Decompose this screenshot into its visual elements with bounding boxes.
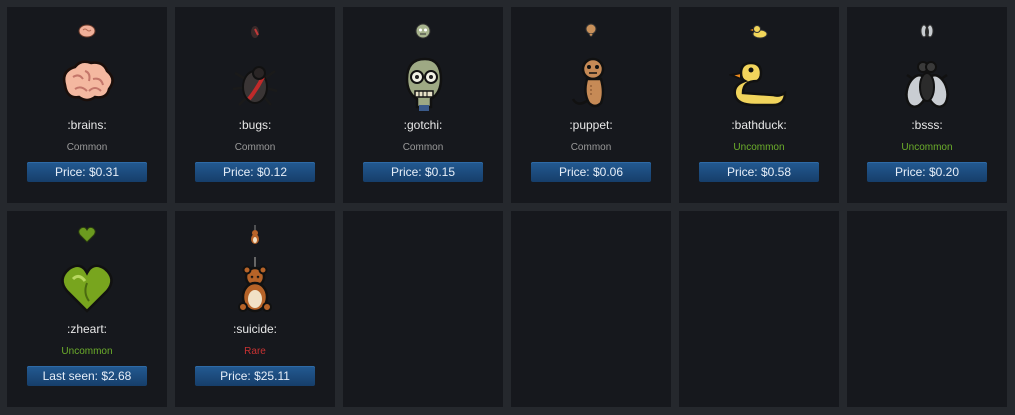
item-name: :zheart:: [66, 322, 108, 336]
empty-slot: [679, 211, 839, 407]
suicide-icon: [251, 225, 259, 244]
bathduck-icon: [750, 25, 768, 39]
last-seen-button[interactable]: Last seen: $2.68: [27, 366, 147, 386]
item-rarity: Common: [402, 142, 444, 153]
item-card-bugs[interactable]: :bugs: Common Price: $0.12: [175, 7, 335, 203]
emoticon-grid: :brains: Common Price: $0.31 :bugs: Comm…: [7, 7, 1007, 407]
item-card-brains[interactable]: :brains: Common Price: $0.31: [7, 7, 167, 203]
price-button[interactable]: Price: $0.15: [363, 162, 483, 182]
bathduck-icon: [729, 61, 787, 107]
empty-slot: [847, 211, 1007, 407]
price-button[interactable]: Price: $25.11: [195, 366, 315, 386]
brains-icon: [78, 24, 96, 38]
puppet-icon: [571, 57, 605, 108]
gotchi-icon: [405, 57, 443, 111]
item-card-bsss[interactable]: :bsss: Uncommon Price: $0.20: [847, 7, 1007, 203]
price-button[interactable]: Price: $0.06: [531, 162, 651, 182]
item-rarity: Uncommon: [61, 346, 113, 357]
bsss-icon: [904, 61, 950, 108]
item-rarity: Common: [66, 142, 108, 153]
price-button[interactable]: Price: $0.20: [867, 162, 987, 182]
item-rarity: Uncommon: [733, 142, 785, 153]
item-name: :bsss:: [911, 118, 943, 132]
item-name: :bugs:: [238, 118, 272, 132]
price-button[interactable]: Price: $0.58: [699, 162, 819, 182]
bugs-icon: [251, 26, 259, 38]
item-card-suicide[interactable]: :suicide: Rare Price: $25.11: [175, 211, 335, 407]
bsss-icon: [920, 24, 934, 38]
item-name: :puppet:: [569, 118, 613, 132]
price-button[interactable]: Price: $0.31: [27, 162, 147, 182]
item-rarity: Rare: [244, 346, 266, 357]
item-card-bathduck[interactable]: :bathduck: Uncommon Price: $0.58: [679, 7, 839, 203]
bugs-icon: [232, 66, 278, 106]
item-card-gotchi[interactable]: :gotchi: Common Price: $0.15: [343, 7, 503, 203]
brains-icon: [62, 60, 114, 102]
item-card-zheart[interactable]: :zheart: Uncommon Last seen: $2.68: [7, 211, 167, 407]
zheart-icon: [78, 226, 96, 243]
price-button[interactable]: Price: $0.12: [195, 162, 315, 182]
item-card-puppet[interactable]: :puppet: Common Price: $0.06: [511, 7, 671, 203]
empty-slot: [343, 211, 503, 407]
item-rarity: Uncommon: [901, 142, 953, 153]
suicide-icon: [238, 257, 272, 313]
item-name: :brains:: [67, 118, 107, 132]
empty-slot: [511, 211, 671, 407]
item-name: :gotchi:: [403, 118, 443, 132]
gotchi-icon: [415, 23, 431, 39]
item-name: :bathduck:: [731, 118, 787, 132]
item-name: :suicide:: [232, 322, 278, 336]
zheart-icon: [61, 264, 113, 313]
item-rarity: Common: [570, 142, 612, 153]
puppet-icon: [585, 23, 597, 37]
item-rarity: Common: [234, 142, 276, 153]
